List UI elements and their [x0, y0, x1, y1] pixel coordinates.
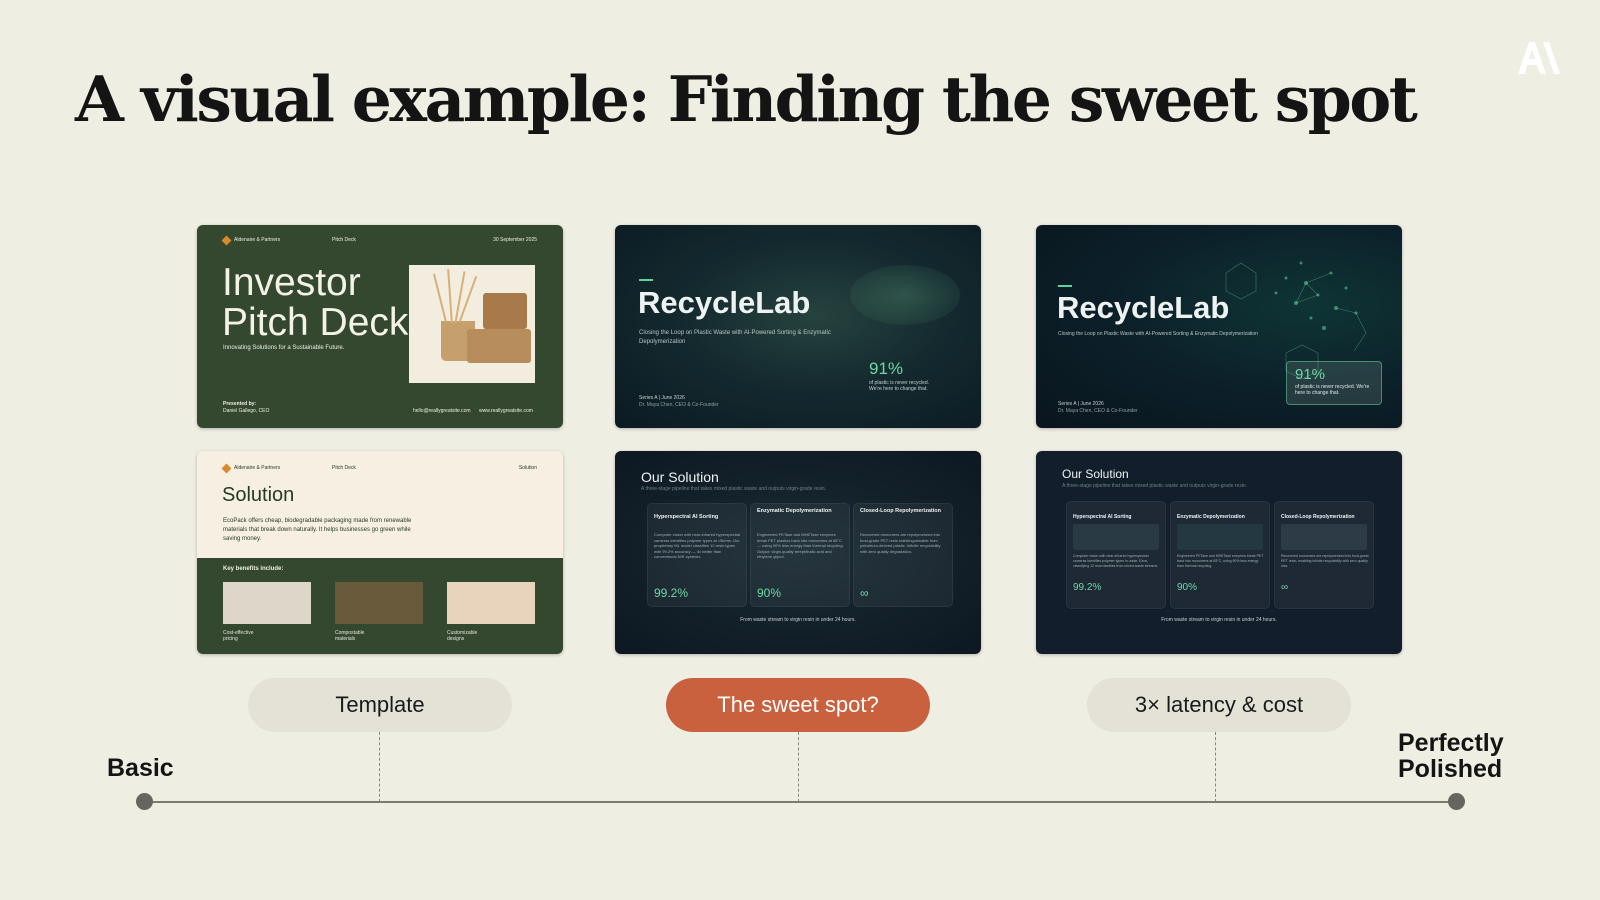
axis-start-dot	[136, 793, 153, 810]
slide-date: 30 September 2025	[493, 237, 537, 243]
benefit-photo	[335, 582, 423, 624]
slide-heading: Solution	[222, 484, 295, 506]
benefits-band: Key benefits include: Cost-effective pri…	[197, 558, 563, 654]
slide-polished-cover: RecycleLab Closing the Loop on Plastic W…	[1036, 225, 1402, 428]
stat-text: of plastic is never recycled. We're here…	[1295, 384, 1370, 396]
slide-polished-solution: Our Solution A three-stage pipeline that…	[1036, 451, 1402, 654]
benefit-caption: Compostable materials	[335, 630, 365, 642]
doc-type: Pitch Deck	[332, 465, 356, 471]
slide-heading: Our Solution	[1062, 467, 1129, 481]
solution-column: Enzymatic Depolymerization Engineered PE…	[1170, 501, 1270, 609]
slide-sweet-cover: RecycleLab Closing the Loop on Plastic W…	[615, 225, 981, 428]
doc-type: Pitch Deck	[332, 237, 356, 243]
product-photo	[409, 265, 535, 383]
slide-sweet-solution: Our Solution A three-stage pipeline that…	[615, 451, 981, 654]
company-name: Aldenaire & Partners	[234, 465, 281, 471]
latency-cost-label: 3× latency & cost	[1087, 678, 1351, 732]
author-label: Dr. Maya Chen, CEO & Co-Founder	[639, 402, 719, 408]
contact-email: hello@reallygreatsite.com	[413, 408, 471, 414]
polished-connector	[1215, 732, 1216, 802]
slide-heading: Investor Pitch Deck	[222, 261, 409, 344]
slide-heading: RecycleLab	[1057, 290, 1230, 325]
website-url: www.reallygreatsite.com	[479, 408, 533, 414]
sweet-spot-connector	[798, 732, 799, 802]
company-logo-icon	[221, 463, 232, 474]
stat-value: 91%	[1295, 366, 1326, 383]
series-label: Series A | June 2026	[639, 395, 685, 401]
company-logo-icon	[221, 235, 232, 246]
slide-template-cover: Aldenaire & Partners Pitch Deck 30 Septe…	[197, 225, 563, 428]
solution-column: Closed-Loop Repolymerization Recovered m…	[853, 503, 953, 607]
series-label: Series A | June 2026	[1058, 401, 1104, 407]
axis-end-dot	[1448, 793, 1465, 810]
company-name: Aldenaire & Partners	[234, 237, 281, 243]
slide-heading: Our Solution	[641, 469, 719, 485]
slide-subtitle: A three-stage pipeline that takes mixed …	[1062, 483, 1248, 489]
accent-line	[639, 279, 653, 281]
solution-column: Closed-Loop Repolymerization Recovered m…	[1274, 501, 1374, 609]
page-title: A visual example: Finding the sweet spot	[75, 62, 1418, 136]
slide-footer: From waste stream to virgin resin in und…	[1161, 617, 1277, 623]
template-connector	[379, 732, 380, 802]
slide-template-solution: Aldenaire & Partners Pitch Deck Solution…	[197, 451, 563, 654]
template-label: Template	[248, 678, 512, 732]
presenter-name: Daniel Gallego, CEO	[223, 408, 270, 414]
benefit-caption: Customizable designs	[447, 630, 478, 642]
anthropic-logo-icon	[1518, 42, 1560, 74]
solution-column: Hyperspectral AI Sorting Computer vision…	[647, 503, 747, 607]
benefits-title: Key benefits include:	[223, 566, 284, 572]
axis-right-label: Perfectly Polished	[1398, 729, 1504, 783]
benefit-photo	[223, 582, 311, 624]
slide-body: EcoPack offers cheap, biodegradable pack…	[223, 518, 412, 542]
slide-tagline: Innovating Solutions for a Sustainable F…	[223, 345, 345, 351]
solution-column: Enzymatic Depolymerization Engineered PE…	[750, 503, 850, 607]
crystal-texture	[850, 265, 960, 325]
stat-value: 91%	[869, 359, 904, 378]
slide-subtitle: A three-stage pipeline that takes mixed …	[641, 486, 827, 492]
benefit-caption: Cost-effective pricing	[223, 630, 254, 642]
polish-axis	[144, 801, 1457, 803]
slide-subtitle: Closing the Loop on Plastic Waste with A…	[1058, 331, 1258, 337]
axis-left-label: Basic	[107, 754, 174, 782]
slide-footer: From waste stream to virgin resin in und…	[740, 617, 856, 623]
solution-column: Hyperspectral AI Sorting Computer vision…	[1066, 501, 1166, 609]
stat-text: of plastic is never recycled. We're here…	[869, 380, 930, 392]
column-image	[1177, 524, 1263, 550]
section-label: Solution	[518, 465, 537, 471]
slide-subtitle: Closing the Loop on Plastic Waste with A…	[639, 330, 831, 345]
column-image	[1281, 524, 1367, 550]
stat-card: 91% of plastic is never recycled. We're …	[1286, 361, 1382, 405]
accent-line	[1058, 285, 1072, 287]
slide-heading: RecycleLab	[638, 285, 811, 320]
author-label: Dr. Maya Chen, CEO & Co-Founder	[1058, 408, 1138, 414]
presented-label: Presented by:	[223, 401, 257, 407]
benefit-photo	[447, 582, 535, 624]
column-image	[1073, 524, 1159, 550]
sweet-spot-label: The sweet spot?	[666, 678, 930, 732]
